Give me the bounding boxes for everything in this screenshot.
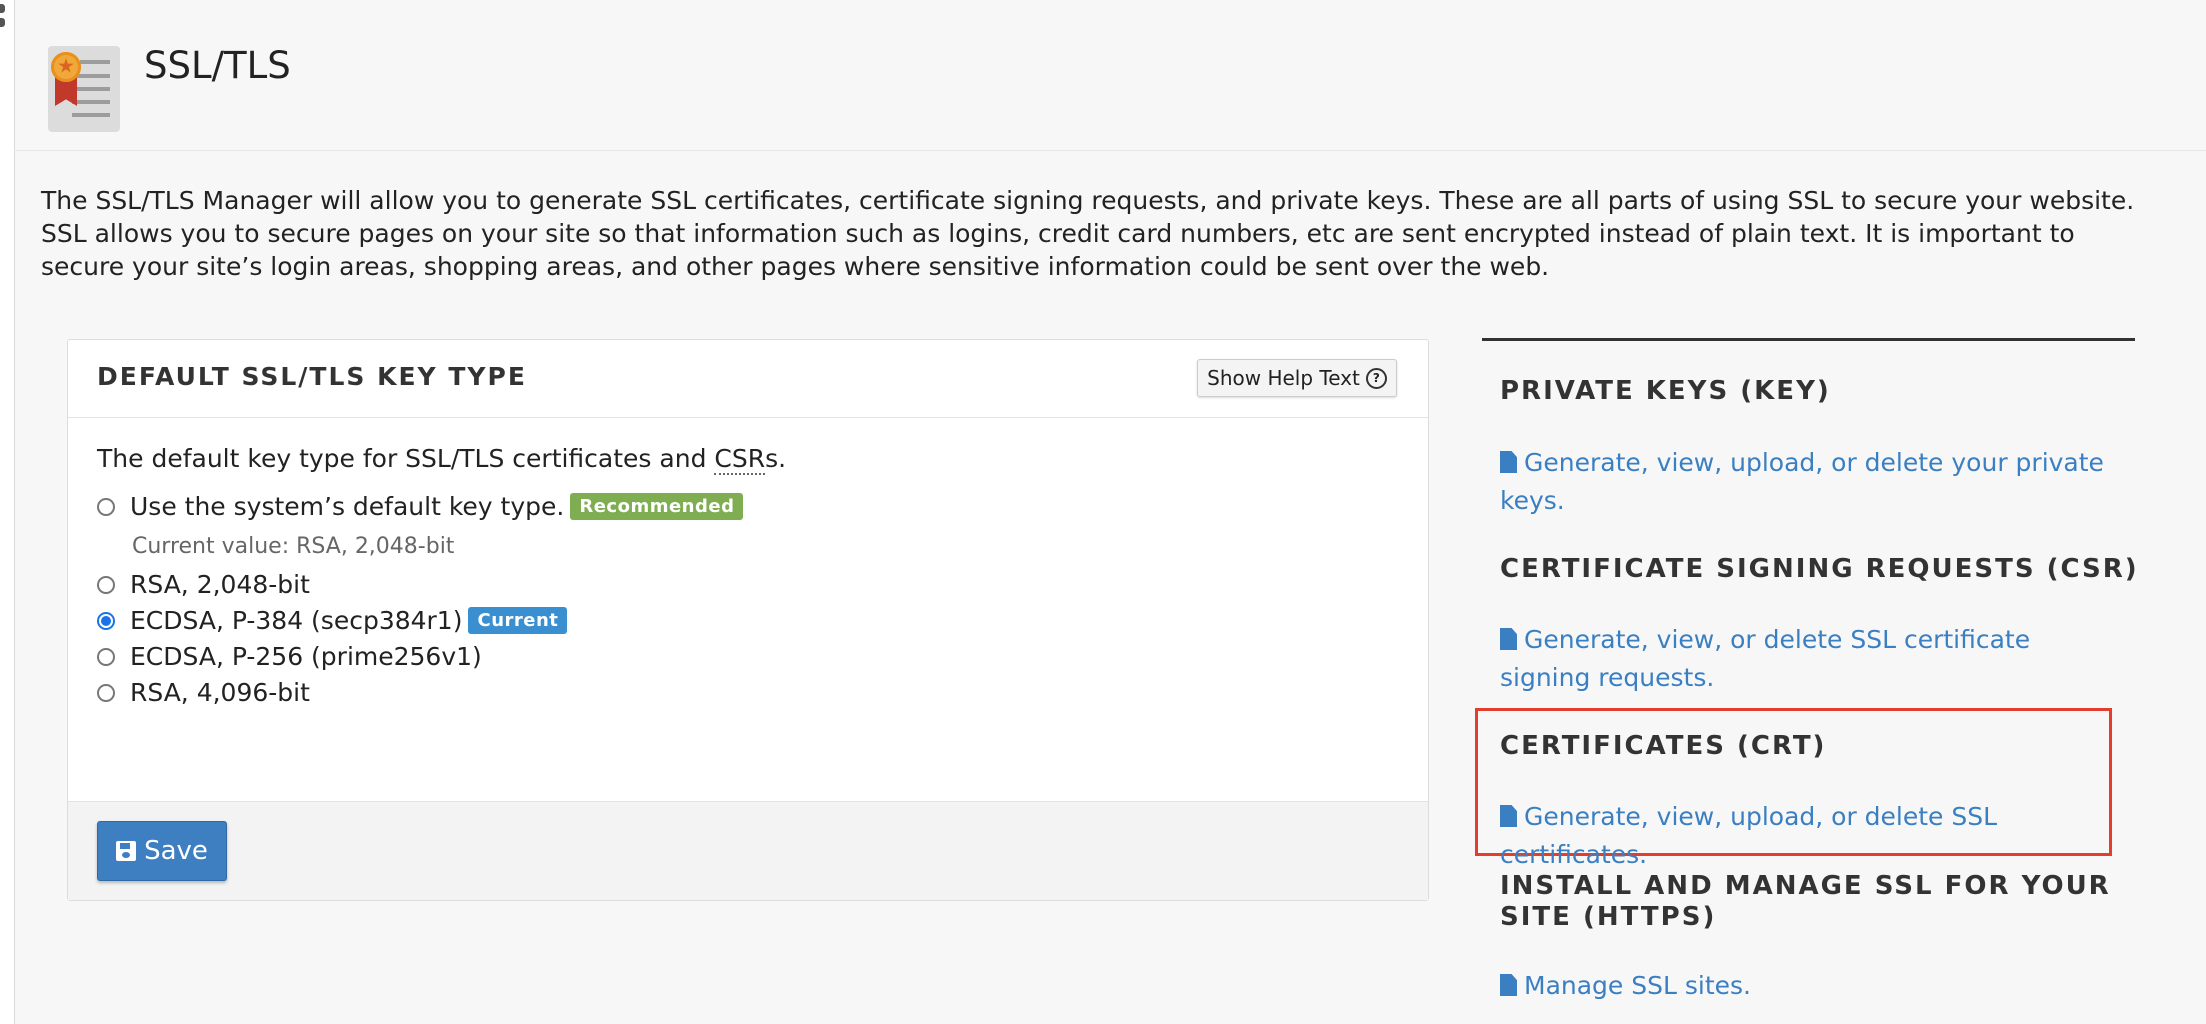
sidebar-handle-icon <box>0 4 5 13</box>
section-title-csr: CERTIFICATE SIGNING REQUESTS (CSR) <box>1500 554 2139 584</box>
help-button-label: Show Help Text <box>1207 366 1360 390</box>
option-rsa-2048[interactable]: RSA, 2,048-bit <box>97 570 310 599</box>
current-badge: Current <box>468 607 568 634</box>
file-text-icon <box>1500 628 1517 650</box>
radio-system-default[interactable] <box>97 497 115 516</box>
option-label: Use the system’s default key type. <box>130 492 565 521</box>
link-manage-ssl-sites[interactable]: Manage SSL sites. <box>1500 967 2120 1005</box>
panel-footer: Save <box>68 801 1428 900</box>
save-button-label: Save <box>144 836 208 866</box>
option-label: RSA, 4,096-bit <box>130 678 310 707</box>
recommended-badge: Recommended <box>570 493 744 520</box>
page-header: SSL/TLS <box>14 0 2206 151</box>
section-title-private-keys: PRIVATE KEYS (KEY) <box>1500 376 1831 406</box>
section-title-certificates: CERTIFICATES (CRT) <box>1500 731 1827 761</box>
floppy-disk-icon <box>116 841 137 861</box>
radio-ecdsa-p256[interactable] <box>97 647 115 666</box>
file-text-icon <box>1500 974 1517 996</box>
question-circle-icon: ? <box>1365 367 1387 389</box>
default-key-type-panel: DEFAULT SSL/TLS KEY TYPE Show Help Text … <box>67 339 1429 901</box>
sidebar-handle-icon <box>0 18 5 27</box>
link-csr[interactable]: Generate, view, or delete SSL certificat… <box>1500 621 2120 697</box>
current-value-text: Current value: RSA, 2,048-bit <box>132 534 455 559</box>
radio-rsa-4096[interactable] <box>97 683 115 702</box>
csr-abbreviation[interactable]: CSR <box>714 444 766 475</box>
option-rsa-4096[interactable]: RSA, 4,096-bit <box>97 678 310 707</box>
section-title-install-manage-ssl: INSTALL AND MANAGE SSL FOR YOUR SITE (HT… <box>1500 871 2111 932</box>
show-help-text-button[interactable]: Show Help Text ? <box>1197 359 1397 397</box>
save-button[interactable]: Save <box>97 821 227 881</box>
radio-rsa-2048[interactable] <box>97 575 115 594</box>
left-sidebar-edge <box>0 0 15 1024</box>
file-text-icon <box>1500 805 1517 827</box>
file-text-icon <box>1500 451 1517 473</box>
option-ecdsa-p256[interactable]: ECDSA, P-256 (prime256v1) <box>97 642 482 671</box>
link-certificates[interactable]: Generate, view, upload, or delete SSL ce… <box>1500 798 2140 874</box>
link-private-keys[interactable]: Generate, view, upload, or delete your p… <box>1500 444 2120 520</box>
option-label: ECDSA, P-384 (secp384r1) <box>130 606 463 635</box>
option-ecdsa-p384[interactable]: ECDSA, P-384 (secp384r1) Current <box>97 606 568 635</box>
option-label: RSA, 2,048-bit <box>130 570 310 599</box>
option-label: ECDSA, P-256 (prime256v1) <box>130 642 482 671</box>
panel-description: The default key type for SSL/TLS certifi… <box>97 444 787 475</box>
section-divider <box>1482 338 2135 341</box>
option-system-default[interactable]: Use the system’s default key type. Recom… <box>97 492 744 521</box>
intro-text: The SSL/TLS Manager will allow you to ge… <box>41 186 2135 281</box>
ssl-certificate-icon <box>48 46 120 132</box>
panel-header: DEFAULT SSL/TLS KEY TYPE Show Help Text … <box>68 340 1428 418</box>
radio-ecdsa-p384[interactable] <box>97 611 115 630</box>
panel-title: DEFAULT SSL/TLS KEY TYPE <box>97 362 527 391</box>
page-title: SSL/TLS <box>144 44 291 87</box>
